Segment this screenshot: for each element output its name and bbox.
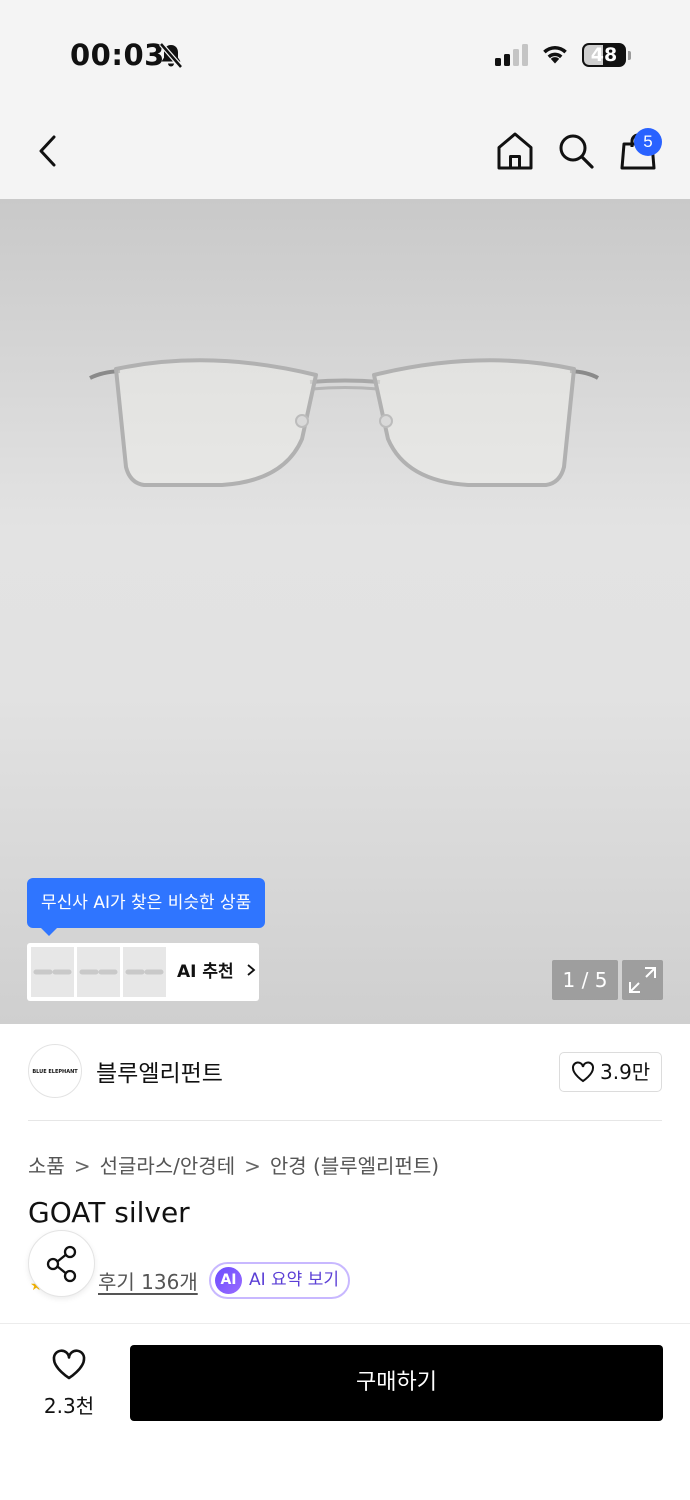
home-icon[interactable] — [494, 130, 536, 172]
status-bar: 00:03 48 — [0, 0, 690, 100]
status-time: 00:03 — [70, 38, 165, 72]
brand-like-button[interactable]: 3.9만 — [559, 1052, 662, 1092]
product-image-glasses — [89, 358, 600, 487]
ai-recommend-link[interactable]: AI 추천 — [177, 943, 258, 1001]
battery-tip — [628, 51, 631, 60]
bell-slash-icon — [159, 42, 183, 69]
ai-summary-label: AI 요약 보기 — [249, 1270, 340, 1290]
review-link[interactable]: 후기 136개 — [98, 1266, 198, 1295]
wifi-icon — [543, 45, 567, 64]
breadcrumb: 소품 > 선글라스/안경테 > 안경 (블루엘리펀트) — [28, 1150, 439, 1179]
image-counter: 1 / 5 — [552, 960, 618, 1000]
heart-icon — [52, 1349, 86, 1380]
similar-product-thumbnail[interactable] — [123, 947, 166, 997]
bottom-bar-divider — [0, 1323, 690, 1324]
brand-logo[interactable]: BLUE ELEPHANT — [28, 1044, 82, 1098]
chevron-right-icon — [247, 964, 256, 976]
chevron-right-icon: > — [244, 1154, 261, 1178]
ai-recommend-strip[interactable]: AI 추천 — [27, 943, 259, 1001]
buy-button[interactable]: 구매하기 — [130, 1345, 663, 1421]
wishlist-count: 2.3천 — [43, 1394, 95, 1418]
similar-product-thumbnail[interactable] — [31, 947, 74, 997]
brand-name[interactable]: 블루엘리펀트 — [96, 1054, 223, 1088]
cart-count-badge: 5 — [634, 128, 662, 156]
breadcrumb-item[interactable]: 소품 — [28, 1154, 65, 1178]
expand-image-button[interactable] — [622, 960, 663, 1000]
brand-row: BLUE ELEPHANT 블루엘리펀트 3.9만 — [0, 1024, 690, 1120]
breadcrumb-item[interactable]: 안경 (블루엘리펀트) — [270, 1154, 439, 1178]
ai-similar-products-tooltip[interactable]: 무신사 AI가 찾은 비슷한 상품 — [27, 878, 266, 936]
wishlist-button[interactable]: 2.3천 — [30, 1345, 108, 1421]
brand-like-count: 3.9만 — [600, 1060, 651, 1084]
share-button[interactable] — [28, 1230, 95, 1297]
similar-product-thumbnail[interactable] — [77, 947, 120, 997]
breadcrumb-item[interactable]: 선글라스/안경테 — [100, 1154, 236, 1178]
search-icon[interactable] — [556, 131, 596, 171]
brand-logo-text: BLUE ELEPHANT — [32, 1069, 78, 1075]
battery-icon: 48 — [582, 43, 626, 67]
chevron-right-icon: > — [73, 1154, 91, 1178]
product-title: GOAT silver — [28, 1196, 190, 1229]
glasses-thumbnail-icon — [33, 969, 72, 975]
ai-recommend-label: AI 추천 — [177, 962, 234, 982]
glasses-thumbnail-icon — [125, 969, 164, 975]
share-icon — [46, 1245, 77, 1283]
ai-badge-icon: AI — [215, 1267, 242, 1294]
ai-summary-button[interactable]: AI AI 요약 보기 — [209, 1262, 350, 1299]
expand-arrows-icon — [629, 967, 656, 993]
glasses-thumbnail-icon — [79, 969, 118, 975]
cellular-signal-icon — [495, 44, 528, 66]
back-chevron-icon[interactable] — [30, 132, 66, 170]
top-nav-bar — [0, 100, 690, 199]
divider — [28, 1120, 662, 1121]
heart-icon — [572, 1061, 594, 1083]
battery-level: 48 — [590, 44, 618, 66]
